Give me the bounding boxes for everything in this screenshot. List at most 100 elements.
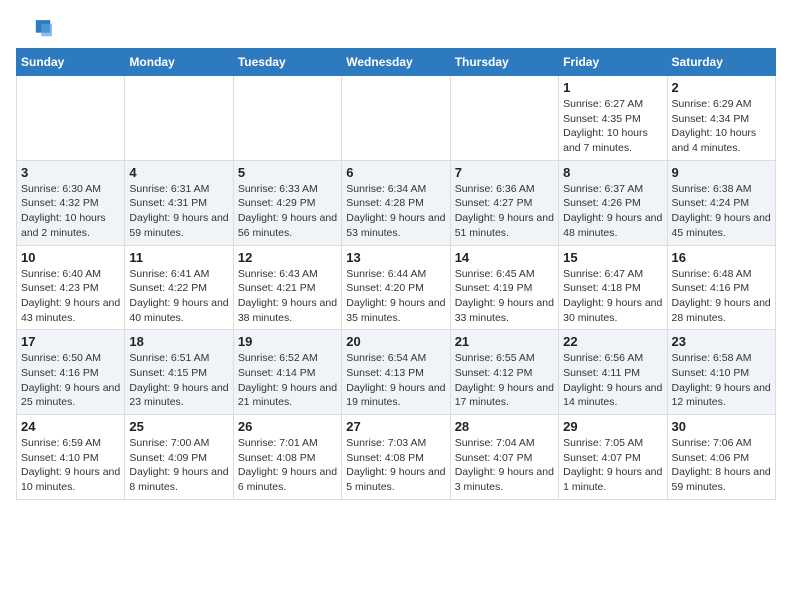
calendar-cell: 15 Sunrise: 6:47 AM Sunset: 4:18 PM Dayli… xyxy=(559,245,667,330)
day-info: Sunrise: 6:27 AM Sunset: 4:35 PM Dayligh… xyxy=(563,97,662,156)
day-info: Sunrise: 6:47 AM Sunset: 4:18 PM Dayligh… xyxy=(563,267,662,326)
calendar-cell: 11 Sunrise: 6:41 AM Sunset: 4:22 PM Dayli… xyxy=(125,245,233,330)
calendar-table: SundayMondayTuesdayWednesdayThursdayFrid… xyxy=(16,48,776,500)
day-number: 1 xyxy=(563,80,662,95)
weekday-header-tuesday: Tuesday xyxy=(233,49,341,76)
day-number: 6 xyxy=(346,165,445,180)
day-number: 15 xyxy=(563,250,662,265)
calendar-cell: 5 Sunrise: 6:33 AM Sunset: 4:29 PM Daylig… xyxy=(233,160,341,245)
calendar-cell: 2 Sunrise: 6:29 AM Sunset: 4:34 PM Daylig… xyxy=(667,76,775,161)
day-info: Sunrise: 6:36 AM Sunset: 4:27 PM Dayligh… xyxy=(455,182,554,241)
day-info: Sunrise: 6:45 AM Sunset: 4:19 PM Dayligh… xyxy=(455,267,554,326)
day-number: 9 xyxy=(672,165,771,180)
day-number: 27 xyxy=(346,419,445,434)
calendar-cell: 30 Sunrise: 7:06 AM Sunset: 4:06 PM Dayli… xyxy=(667,415,775,500)
day-info: Sunrise: 6:38 AM Sunset: 4:24 PM Dayligh… xyxy=(672,182,771,241)
logo-icon xyxy=(16,16,52,44)
day-number: 3 xyxy=(21,165,120,180)
calendar-cell: 4 Sunrise: 6:31 AM Sunset: 4:31 PM Daylig… xyxy=(125,160,233,245)
calendar-cell: 17Sunrise: 6:50 AM Sunset: 4:16 PM Dayli… xyxy=(17,330,125,415)
day-number: 17 xyxy=(21,334,120,349)
calendar-cell: 6 Sunrise: 6:34 AM Sunset: 4:28 PM Daylig… xyxy=(342,160,450,245)
day-number: 19 xyxy=(238,334,337,349)
calendar-cell xyxy=(125,76,233,161)
day-info: Sunrise: 7:06 AM Sunset: 4:06 PM Dayligh… xyxy=(672,436,771,495)
calendar-cell: 26 Sunrise: 7:01 AM Sunset: 4:08 PM Dayli… xyxy=(233,415,341,500)
day-number: 23 xyxy=(672,334,771,349)
calendar-cell: 24 Sunrise: 6:59 AM Sunset: 4:10 PM Dayli… xyxy=(17,415,125,500)
day-info: Sunrise: 6:41 AM Sunset: 4:22 PM Dayligh… xyxy=(129,267,228,326)
day-info: Sunrise: 7:05 AM Sunset: 4:07 PM Dayligh… xyxy=(563,436,662,495)
day-info: Sunrise: 6:44 AM Sunset: 4:20 PM Dayligh… xyxy=(346,267,445,326)
day-number: 28 xyxy=(455,419,554,434)
calendar-week-row: 10 Sunrise: 6:40 AM Sunset: 4:23 PM Dayli… xyxy=(17,245,776,330)
calendar-cell: 25 Sunrise: 7:00 AM Sunset: 4:09 PM Dayli… xyxy=(125,415,233,500)
day-info: Sunrise: 7:03 AM Sunset: 4:08 PM Dayligh… xyxy=(346,436,445,495)
day-number: 10 xyxy=(21,250,120,265)
day-info: Sunrise: 6:29 AM Sunset: 4:34 PM Dayligh… xyxy=(672,97,771,156)
calendar-cell: 19 Sunrise: 6:52 AM Sunset: 4:14 PM Dayli… xyxy=(233,330,341,415)
day-info: Sunrise: 6:33 AM Sunset: 4:29 PM Dayligh… xyxy=(238,182,337,241)
calendar-cell: 10 Sunrise: 6:40 AM Sunset: 4:23 PM Dayli… xyxy=(17,245,125,330)
calendar-cell: 12 Sunrise: 6:43 AM Sunset: 4:21 PM Dayli… xyxy=(233,245,341,330)
logo xyxy=(16,16,56,44)
day-info: Sunrise: 6:54 AM Sunset: 4:13 PM Dayligh… xyxy=(346,351,445,410)
day-number: 30 xyxy=(672,419,771,434)
calendar-cell: 7 Sunrise: 6:36 AM Sunset: 4:27 PM Daylig… xyxy=(450,160,558,245)
calendar-cell: 14Sunrise: 6:45 AM Sunset: 4:19 PM Dayli… xyxy=(450,245,558,330)
weekday-header-wednesday: Wednesday xyxy=(342,49,450,76)
day-info: Sunrise: 6:31 AM Sunset: 4:31 PM Dayligh… xyxy=(129,182,228,241)
calendar-week-row: 24 Sunrise: 6:59 AM Sunset: 4:10 PM Dayli… xyxy=(17,415,776,500)
calendar-cell xyxy=(17,76,125,161)
day-info: Sunrise: 7:00 AM Sunset: 4:09 PM Dayligh… xyxy=(129,436,228,495)
calendar-cell: 21Sunrise: 6:55 AM Sunset: 4:12 PM Dayli… xyxy=(450,330,558,415)
day-number: 24 xyxy=(21,419,120,434)
calendar-cell xyxy=(342,76,450,161)
day-number: 16 xyxy=(672,250,771,265)
day-info: Sunrise: 6:40 AM Sunset: 4:23 PM Dayligh… xyxy=(21,267,120,326)
day-number: 5 xyxy=(238,165,337,180)
calendar-cell: 1 Sunrise: 6:27 AM Sunset: 4:35 PM Daylig… xyxy=(559,76,667,161)
weekday-header-sunday: Sunday xyxy=(17,49,125,76)
day-info: Sunrise: 6:58 AM Sunset: 4:10 PM Dayligh… xyxy=(672,351,771,410)
calendar-cell: 22 Sunrise: 6:56 AM Sunset: 4:11 PM Dayli… xyxy=(559,330,667,415)
calendar-cell: 23 Sunrise: 6:58 AM Sunset: 4:10 PM Dayli… xyxy=(667,330,775,415)
calendar-cell: 29 Sunrise: 7:05 AM Sunset: 4:07 PM Dayli… xyxy=(559,415,667,500)
day-info: Sunrise: 7:04 AM Sunset: 4:07 PM Dayligh… xyxy=(455,436,554,495)
day-number: 20 xyxy=(346,334,445,349)
day-info: Sunrise: 6:34 AM Sunset: 4:28 PM Dayligh… xyxy=(346,182,445,241)
calendar-header: SundayMondayTuesdayWednesdayThursdayFrid… xyxy=(17,49,776,76)
day-number: 21 xyxy=(455,334,554,349)
day-info: Sunrise: 6:30 AM Sunset: 4:32 PM Dayligh… xyxy=(21,182,120,241)
day-info: Sunrise: 6:56 AM Sunset: 4:11 PM Dayligh… xyxy=(563,351,662,410)
day-info: Sunrise: 6:59 AM Sunset: 4:10 PM Dayligh… xyxy=(21,436,120,495)
day-number: 25 xyxy=(129,419,228,434)
calendar-cell: 8Sunrise: 6:37 AM Sunset: 4:26 PM Daylig… xyxy=(559,160,667,245)
day-number: 4 xyxy=(129,165,228,180)
day-info: Sunrise: 7:01 AM Sunset: 4:08 PM Dayligh… xyxy=(238,436,337,495)
day-info: Sunrise: 6:43 AM Sunset: 4:21 PM Dayligh… xyxy=(238,267,337,326)
calendar-week-row: 17Sunrise: 6:50 AM Sunset: 4:16 PM Dayli… xyxy=(17,330,776,415)
day-info: Sunrise: 6:51 AM Sunset: 4:15 PM Dayligh… xyxy=(129,351,228,410)
calendar-cell: 9 Sunrise: 6:38 AM Sunset: 4:24 PM Daylig… xyxy=(667,160,775,245)
calendar-cell: 16 Sunrise: 6:48 AM Sunset: 4:16 PM Dayli… xyxy=(667,245,775,330)
day-number: 12 xyxy=(238,250,337,265)
day-number: 26 xyxy=(238,419,337,434)
calendar-cell: 28 Sunrise: 7:04 AM Sunset: 4:07 PM Dayli… xyxy=(450,415,558,500)
page-header xyxy=(16,16,776,44)
day-number: 18 xyxy=(129,334,228,349)
calendar-cell: 3 Sunrise: 6:30 AM Sunset: 4:32 PM Daylig… xyxy=(17,160,125,245)
day-number: 7 xyxy=(455,165,554,180)
day-info: Sunrise: 6:52 AM Sunset: 4:14 PM Dayligh… xyxy=(238,351,337,410)
day-number: 22 xyxy=(563,334,662,349)
calendar-cell: 27 Sunrise: 7:03 AM Sunset: 4:08 PM Dayli… xyxy=(342,415,450,500)
day-number: 8 xyxy=(563,165,662,180)
day-number: 2 xyxy=(672,80,771,95)
calendar-cell: 13Sunrise: 6:44 AM Sunset: 4:20 PM Dayli… xyxy=(342,245,450,330)
weekday-header-thursday: Thursday xyxy=(450,49,558,76)
day-info: Sunrise: 6:48 AM Sunset: 4:16 PM Dayligh… xyxy=(672,267,771,326)
calendar-body: 1 Sunrise: 6:27 AM Sunset: 4:35 PM Daylig… xyxy=(17,76,776,500)
calendar-week-row: 3 Sunrise: 6:30 AM Sunset: 4:32 PM Daylig… xyxy=(17,160,776,245)
day-number: 11 xyxy=(129,250,228,265)
day-number: 29 xyxy=(563,419,662,434)
